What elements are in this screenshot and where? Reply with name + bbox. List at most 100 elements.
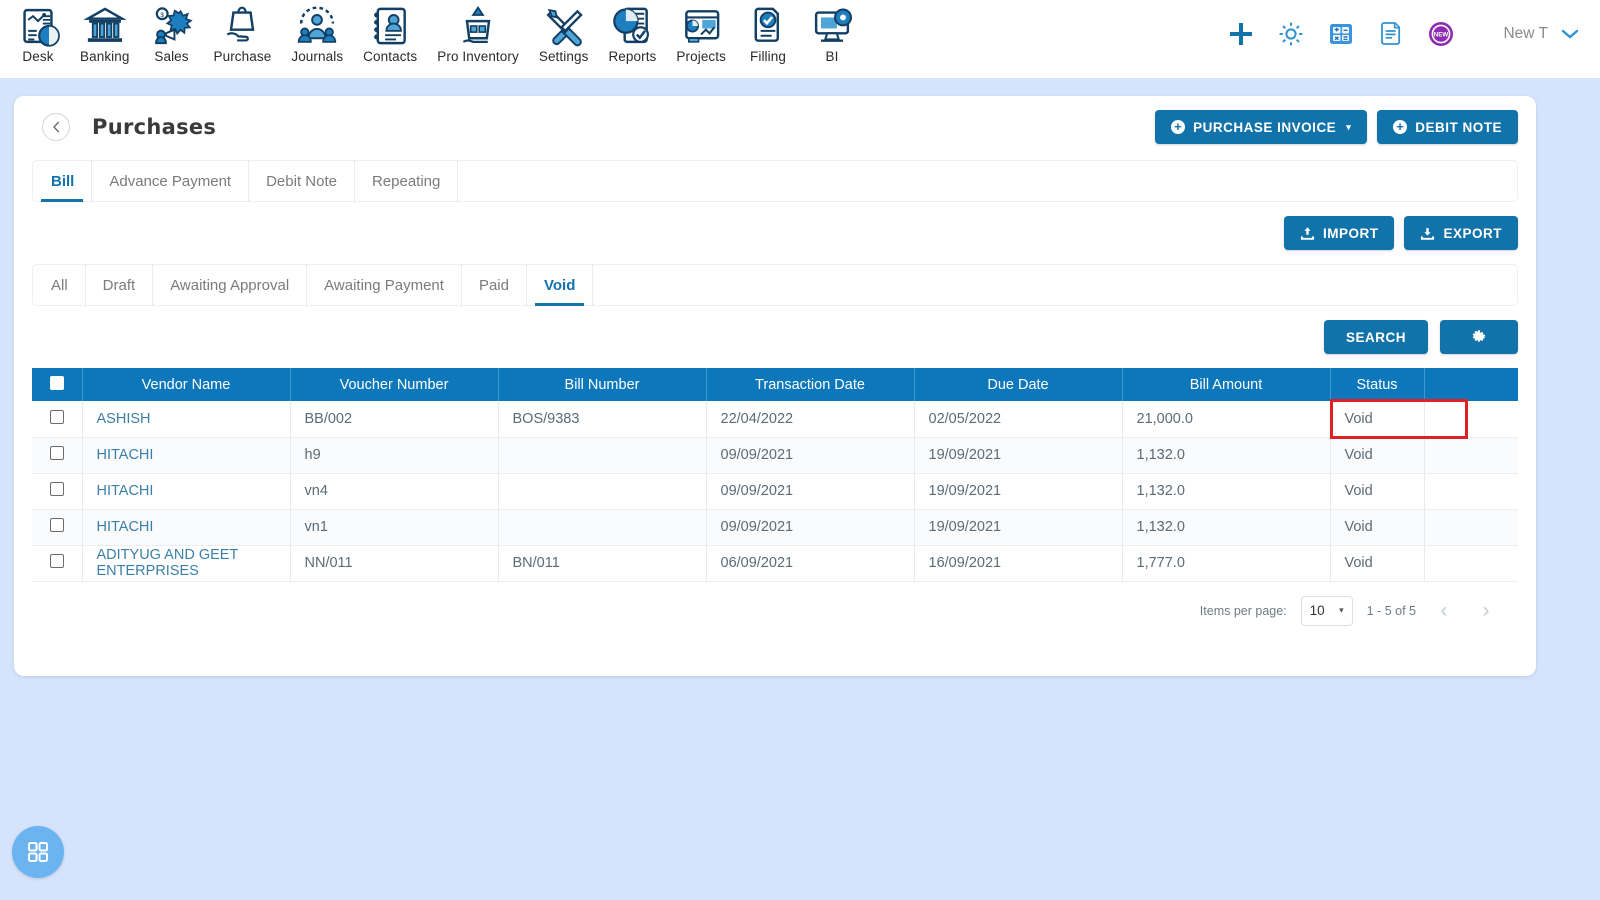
cell-vendor-name[interactable]: HITACHI	[82, 437, 291, 474]
purchase-invoice-button[interactable]: + PURCHASE INVOICE ▾	[1155, 110, 1368, 144]
status-tab-awaiting-approval[interactable]: Awaiting Approval	[153, 265, 308, 305]
filling-icon	[754, 7, 779, 42]
row-select-cell[interactable]	[32, 473, 83, 510]
tab-advance-payment[interactable]: Advance Payment	[92, 161, 250, 201]
circle-plus-icon: +	[1393, 120, 1408, 134]
new-badge-icon[interactable]: NEW	[1427, 20, 1455, 48]
cell-vendor-name[interactable]: ASHISH	[82, 401, 291, 438]
nav-item-label: Settings	[538, 49, 589, 64]
cell-vendor-name[interactable]: HITACHI	[82, 473, 291, 510]
nav-item-projects[interactable]: Projects	[666, 0, 736, 64]
select-all-checkbox[interactable]	[49, 375, 64, 390]
gear-icon[interactable]	[1277, 20, 1305, 48]
cell-bill-amount: 1,777.0	[1122, 545, 1331, 582]
back-button[interactable]	[42, 113, 70, 141]
table-row[interactable]: HITACHI vn1 09/09/2021 19/09/2021 1,132.0 Voi…	[32, 509, 1518, 546]
cell-filler	[1424, 509, 1518, 546]
vendor-link[interactable]: HITACHI	[97, 483, 154, 499]
status-tab-label: Awaiting Approval	[170, 276, 290, 294]
nav-item-contacts[interactable]: Contacts	[353, 0, 427, 64]
chevron-down-icon[interactable]	[1560, 27, 1580, 41]
cell-bill-amount: 1,132.0	[1122, 509, 1331, 546]
contacts-icon	[374, 7, 407, 45]
row-select-cell[interactable]	[32, 401, 83, 438]
column-header-voucher-number[interactable]: Voucher Number	[290, 368, 499, 401]
nav-item-label: Purchase	[213, 49, 272, 64]
status-tab-label: All	[51, 276, 68, 294]
cell-bill-amount: 21,000.0	[1122, 401, 1331, 438]
cell-due-date: 19/09/2021	[914, 437, 1123, 474]
status-tab-draft[interactable]: Draft	[86, 265, 154, 305]
column-header-due-date[interactable]: Due Date	[914, 368, 1123, 401]
row-checkbox[interactable]	[49, 518, 64, 532]
gear-icon	[1472, 330, 1486, 342]
column-header-bill-amount[interactable]: Bill Amount	[1122, 368, 1331, 401]
row-select-cell[interactable]	[32, 437, 83, 474]
column-header-transaction-date[interactable]: Transaction Date	[706, 368, 915, 401]
nav-item-settings[interactable]: Settings	[529, 0, 599, 64]
sales-icon: $	[154, 7, 193, 45]
cell-filler	[1424, 545, 1518, 582]
user-name: New T	[1503, 25, 1548, 42]
calculator-icon[interactable]	[1327, 20, 1355, 48]
cell-transaction-date: 09/09/2021	[706, 509, 915, 546]
row-checkbox[interactable]	[49, 409, 64, 424]
vendor-link[interactable]: ASHISH	[97, 411, 151, 427]
status-tab-all[interactable]: All	[33, 265, 86, 305]
column-header-label: Bill Number	[564, 376, 640, 393]
nav-item-banking[interactable]: Banking	[70, 0, 140, 64]
nav-item-pro-inventory[interactable]: Pro Inventory	[427, 0, 529, 64]
status-tab-void[interactable]: Void	[527, 265, 594, 306]
status-tab-awaiting-payment[interactable]: Awaiting Payment	[307, 265, 462, 305]
add-icon[interactable]	[1227, 20, 1255, 48]
nav-item-filling[interactable]: Filling	[736, 0, 800, 64]
row-checkbox[interactable]	[49, 482, 64, 496]
nav-item-bi[interactable]: BI	[800, 0, 864, 64]
column-header-status[interactable]: Status	[1330, 368, 1425, 401]
tab-bill[interactable]: Bill	[33, 161, 93, 202]
tab-debit-note[interactable]: Debit Note	[249, 161, 355, 201]
cell-vendor-name[interactable]: ADITYUG AND GEET ENTERPRISES	[82, 545, 291, 582]
select-all-header[interactable]	[32, 368, 83, 401]
apps-launcher-button[interactable]	[12, 826, 64, 878]
user-menu[interactable]: New T	[1503, 25, 1580, 43]
row-checkbox[interactable]	[49, 554, 64, 568]
cell-bill-number: BN/011	[498, 545, 707, 582]
status-tab-paid[interactable]: Paid	[462, 265, 527, 305]
search-button[interactable]: SEARCH	[1323, 320, 1428, 354]
tab-repeating[interactable]: Repeating	[355, 161, 459, 201]
table-row[interactable]: ADITYUG AND GEET ENTERPRISES NN/011 BN/011…	[32, 545, 1518, 582]
column-header-vendor-name[interactable]: Vendor Name	[82, 368, 291, 401]
items-per-page-select[interactable]: 10 ▾	[1300, 595, 1353, 626]
cell-vendor-name[interactable]: HITACHI	[82, 509, 291, 546]
cell-bill-amount: 1,132.0	[1122, 473, 1331, 510]
vendor-link[interactable]: HITACHI	[97, 519, 154, 535]
row-checkbox[interactable]	[49, 446, 64, 460]
nav-item-purchase[interactable]: Purchase	[204, 0, 282, 64]
column-header-bill-number[interactable]: Bill Number	[498, 368, 707, 401]
row-select-cell[interactable]	[32, 509, 83, 546]
cell-status: Void	[1329, 399, 1467, 439]
vendor-link[interactable]: HITACHI	[97, 447, 154, 463]
import-button[interactable]: IMPORT	[1283, 216, 1395, 250]
notes-icon[interactable]	[1377, 20, 1405, 48]
table-row[interactable]: HITACHI h9 09/09/2021 19/09/2021 1,132.0 Void	[32, 437, 1518, 474]
table-header: Vendor Name Voucher Number Bill Number Tran…	[32, 368, 1518, 401]
column-header-filler	[1424, 368, 1518, 401]
row-select-cell[interactable]	[32, 545, 83, 582]
nav-item-desk[interactable]: Desk	[6, 0, 70, 64]
search-settings-button[interactable]	[1440, 320, 1518, 354]
table-row[interactable]: HITACHI vn4 09/09/2021 19/09/2021 1,132.0 Voi…	[32, 473, 1518, 510]
next-page-button[interactable]: ›	[1472, 597, 1500, 625]
nav-item-reports[interactable]: Reports	[598, 0, 666, 64]
bank-icon	[83, 7, 127, 42]
chevron-left-icon	[52, 121, 59, 133]
nav-item-journals[interactable]: Journals	[281, 0, 353, 64]
export-button[interactable]: EXPORT	[1404, 216, 1518, 250]
upload-icon	[1300, 226, 1315, 240]
vendor-link[interactable]: ADITYUG AND GEET ENTERPRISES	[97, 547, 239, 579]
debit-note-button[interactable]: + DEBIT NOTE	[1377, 110, 1518, 144]
previous-page-button[interactable]: ‹	[1430, 597, 1458, 625]
nav-item-sales[interactable]: $ Sales	[140, 0, 204, 64]
table-row[interactable]: ASHISH BB/002 BOS/9383 22/04/2022 02/05/2022…	[32, 399, 1518, 439]
